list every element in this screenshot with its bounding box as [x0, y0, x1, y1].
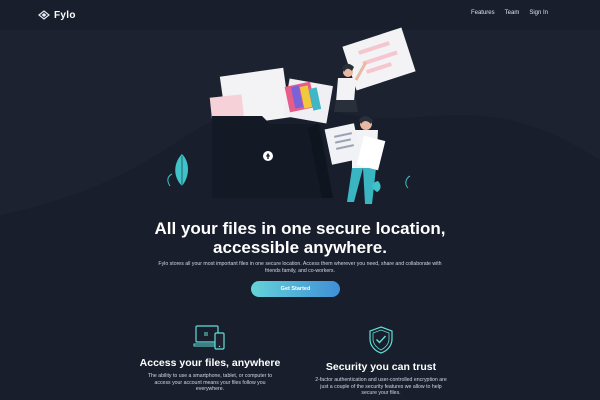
hero-title-line-1: All your files in one secure location,: [154, 219, 446, 238]
feature-title: Access your files, anywhere: [139, 357, 281, 369]
feature-description: The ability to use a smartphone, tablet,…: [147, 373, 273, 392]
person-holding-document: [334, 27, 416, 112]
feature-description: 2-factor authentication and user-control…: [315, 377, 447, 396]
feature-security: Security you can trust 2-factor authenti…: [306, 325, 456, 397]
folder-graphic: [212, 116, 333, 198]
hero-description-line-1: Fylo stores all your most important file…: [158, 261, 442, 267]
shield-check-icon: [369, 326, 393, 354]
devices-icon: [193, 325, 225, 350]
hero-description-line-2: friends family, and co-workers.: [265, 268, 335, 274]
hero-title: All your files in one secure location, a…: [100, 219, 500, 257]
hero-illustration: [167, 27, 416, 204]
plant-right: [372, 175, 411, 192]
get-started-button[interactable]: Get Started: [251, 281, 340, 297]
feature-title: Security you can trust: [325, 361, 437, 373]
hero-description: Fylo stores all your most important file…: [150, 261, 450, 275]
feature-access-anywhere: Access your files, anywhere The ability …: [135, 325, 285, 393]
hero-title-line-2: accessible anywhere.: [213, 238, 387, 257]
plant-left: [167, 154, 188, 187]
